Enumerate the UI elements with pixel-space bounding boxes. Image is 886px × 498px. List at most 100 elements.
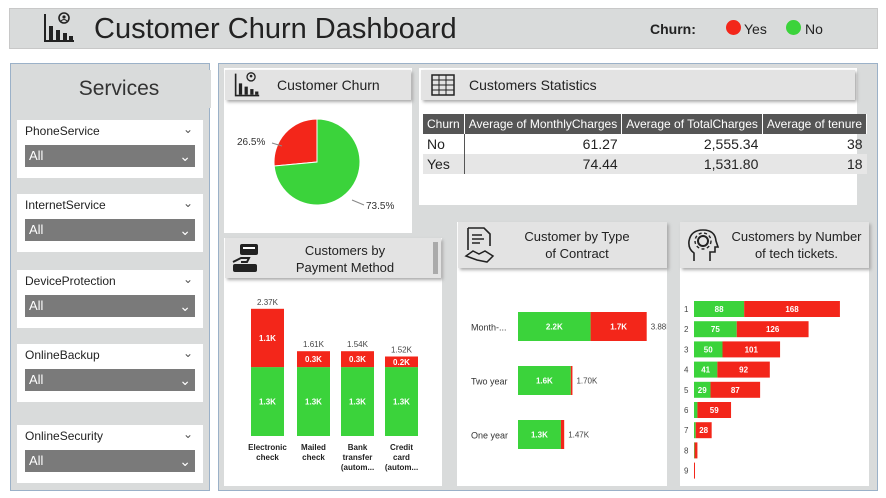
bar-total-label: 1.52K — [391, 346, 413, 355]
slicer-dropdown[interactable]: All ⌄ — [25, 450, 195, 472]
table-cell: Yes — [423, 154, 465, 174]
bar-category-label: Electronic — [248, 443, 287, 452]
table-cell: 18 — [762, 154, 867, 174]
bar-total-label: 1.70K — [576, 377, 598, 386]
page-title: Customer Churn Dashboard — [94, 13, 457, 45]
customer-churn-title-bar: Customer Churn — [225, 70, 411, 100]
legend-yes-dot — [726, 20, 741, 35]
bar-total-label: 3.88K — [651, 323, 667, 332]
bar-category-label: 2 — [684, 325, 689, 334]
statistics-table: Churn Average of MonthlyCharges Average … — [423, 114, 868, 174]
bar-category-label: One year — [471, 431, 508, 441]
slicer-value: All — [29, 453, 44, 468]
card-title: Customers Statistics — [469, 77, 597, 93]
card-title-line: Customers by Number — [731, 229, 862, 244]
bar-segment-yes — [694, 442, 698, 459]
bar-category-label: 7 — [684, 426, 689, 435]
column-header[interactable]: Average of TotalCharges — [621, 114, 763, 134]
card-title-line: Customers by — [304, 243, 386, 258]
bar-segment-no — [694, 442, 695, 459]
bar-category-label: card — [393, 453, 410, 462]
slicer-dropdown[interactable]: All ⌄ — [25, 219, 195, 241]
bar-data-label: 0.2K — [393, 358, 410, 367]
chevron-down-icon[interactable]: ⌄ — [183, 272, 193, 286]
contract-title-bar: Customer by Type of Contract — [458, 222, 667, 268]
bar-data-label: 1.3K — [259, 398, 276, 407]
bar-data-label: 88 — [715, 305, 724, 314]
slicer-label: DeviceProtection — [25, 274, 116, 288]
chevron-down-icon[interactable]: ⌄ — [183, 346, 193, 360]
bar-data-label: 101 — [745, 345, 759, 354]
bar-category-label: Credit — [390, 443, 413, 452]
chevron-down-icon[interactable]: ⌄ — [183, 196, 193, 210]
column-header[interactable]: Churn — [423, 114, 465, 134]
main-panel: Customer Churn 26.5% 73.5% Customers Stat… — [218, 63, 878, 491]
bar-data-label: 0.3K — [305, 355, 322, 364]
table-cell: 1,531.80 — [621, 154, 763, 174]
slicer-onlinebackup[interactable]: OnlineBackup ⌄ All ⌄ — [17, 344, 203, 402]
churn-chart-icon — [44, 12, 74, 42]
table-cell: 2,555.34 — [703, 136, 759, 152]
bar-data-label: 1.3K — [393, 398, 410, 407]
card-title: Customer Churn — [277, 77, 380, 93]
chevron-down-icon[interactable]: ⌄ — [183, 122, 193, 136]
bar-category-label: Mailed — [301, 443, 326, 452]
payment-bar-chart: 1.3K1.1K2.37KElectroniccheck1.3K0.3K1.61… — [248, 298, 418, 472]
chevron-down-icon: ⌄ — [179, 298, 191, 314]
bar-data-label: 28 — [699, 426, 708, 435]
card-title-line: of Contract — [545, 246, 609, 261]
slicer-deviceprotection[interactable]: DeviceProtection ⌄ All ⌄ — [17, 270, 203, 328]
bar-category-label: 8 — [684, 446, 689, 455]
tickets-bar-chart: 1 88 168 2 75 126 3 50 101 4 41 92 5 29 87 6 59 7 28 8 9 — [684, 301, 840, 479]
churn-chart-icon — [234, 72, 260, 97]
payment-title-bar: Customers by Payment Method — [225, 238, 441, 278]
pie-slice-yes — [273, 118, 318, 167]
chevron-down-icon: ⌄ — [179, 148, 191, 164]
payment-icon — [232, 244, 258, 272]
legend-yes-label: Yes — [744, 21, 767, 37]
bar-category-label: 1 — [684, 305, 689, 314]
bar-category-label: transfer — [343, 453, 373, 462]
card-title: Customer by Type of Contract — [502, 228, 652, 262]
chevron-down-icon[interactable]: ⌄ — [183, 427, 193, 441]
legend-no-label: No — [805, 21, 823, 37]
slicer-value: All — [29, 298, 44, 313]
column-header[interactable]: Average of MonthlyCharges — [464, 114, 623, 134]
tech-gear-head-icon — [688, 229, 720, 261]
bar-data-label: 50 — [704, 345, 713, 354]
bar-data-label: 1.3K — [531, 431, 548, 440]
slicer-dropdown[interactable]: All ⌄ — [25, 145, 195, 167]
column-header[interactable]: Average of tenure — [762, 114, 868, 134]
scrollbar[interactable] — [433, 242, 438, 274]
bar-data-label: 92 — [739, 366, 748, 375]
card-title-line: of tech tickets. — [754, 246, 839, 261]
bar-data-label: 126 — [766, 325, 780, 334]
slicer-value: All — [29, 372, 44, 387]
bar-segment-yes — [570, 366, 573, 395]
slicer-onlinesecurity[interactable]: OnlineSecurity ⌄ All ⌄ — [17, 425, 203, 483]
bar-total-label: 1.54K — [347, 340, 369, 349]
bar-category-label: Bank — [348, 443, 368, 452]
customer-churn-card: Customer Churn 26.5% 73.5% — [224, 68, 412, 233]
table-row: Yes 74.44 1,531.80 18 — [423, 154, 867, 174]
contract-handshake-icon — [464, 227, 495, 263]
bar-total-label: 1.47K — [568, 431, 590, 440]
bar-category-label: 6 — [684, 406, 689, 415]
bar-category-label: Month-... — [471, 323, 507, 333]
card-title: Customers by Number of tech tickets. — [724, 228, 869, 262]
services-title: Services — [27, 70, 211, 108]
slicer-dropdown[interactable]: All ⌄ — [25, 295, 195, 317]
bar-segment-no — [694, 402, 698, 418]
pie-label: 73.5% — [366, 201, 394, 212]
slicer-phoneservice[interactable]: PhoneService ⌄ All ⌄ — [17, 120, 203, 178]
bar-category-label: (autom... — [385, 463, 418, 472]
legend-no-dot — [786, 20, 801, 35]
slicer-dropdown[interactable]: All ⌄ — [25, 369, 195, 391]
slicer-internetservice[interactable]: InternetService ⌄ All ⌄ — [17, 194, 203, 252]
tickets-title-bar: Customers by Number of tech tickets. — [680, 222, 869, 268]
bar-data-label: 75 — [711, 325, 720, 334]
slicer-value: All — [29, 148, 44, 163]
chevron-down-icon: ⌄ — [179, 372, 191, 388]
table-cell: 38 — [846, 136, 863, 152]
bar-data-label: 59 — [710, 406, 719, 415]
